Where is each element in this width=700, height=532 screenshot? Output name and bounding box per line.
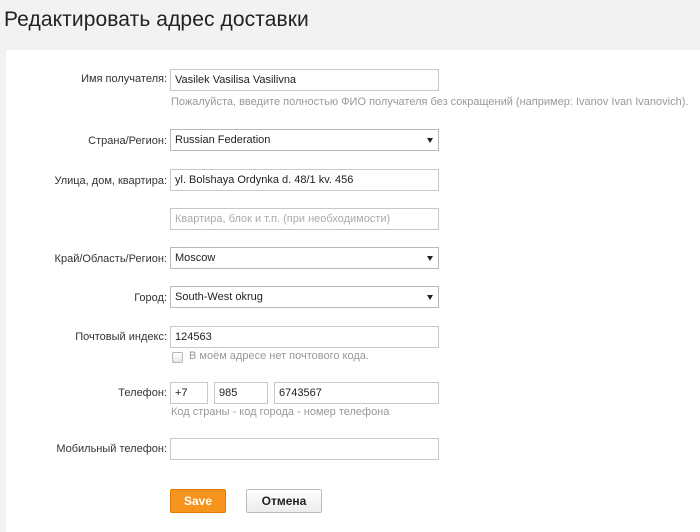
save-button[interactable]: Save — [170, 489, 226, 513]
postal-label: Почтовый индекс: — [75, 331, 167, 343]
address-form: Имя получателя: Пожалуйста, введите полн… — [6, 50, 700, 532]
mobile-label: Мобильный телефон: — [56, 443, 167, 455]
no-postal-code-checkbox[interactable] — [172, 352, 183, 363]
recipient-input[interactable] — [170, 69, 439, 91]
street-input[interactable] — [170, 169, 439, 191]
chevron-down-icon — [427, 295, 433, 300]
country-select[interactable]: Russian Federation — [170, 129, 439, 151]
chevron-down-icon — [427, 138, 433, 143]
page-title: Редактировать адрес доставки — [4, 8, 309, 31]
page-header: Редактировать адрес доставки — [0, 0, 700, 44]
region-select[interactable]: Moscow — [170, 247, 439, 269]
phone-country-code-input[interactable] — [170, 382, 208, 404]
recipient-hint: Пожалуйста, введите полностью ФИО получа… — [171, 96, 689, 108]
phone-city-code-input[interactable] — [214, 382, 268, 404]
apartment-input[interactable] — [170, 208, 439, 230]
recipient-label: Имя получателя: — [81, 73, 167, 85]
region-selected-value: Moscow — [175, 252, 216, 264]
city-selected-value: South-West okrug — [175, 291, 263, 303]
phone-label: Телефон: — [118, 387, 167, 399]
postal-input[interactable] — [170, 326, 439, 348]
mobile-input[interactable] — [170, 438, 439, 460]
phone-hint: Код страны - код города - номер телефона — [171, 406, 390, 418]
phone-number-input[interactable] — [274, 382, 439, 404]
country-selected-value: Russian Federation — [175, 134, 271, 146]
no-postal-code-label[interactable]: В моём адресе нет почтового кода. — [189, 350, 369, 362]
chevron-down-icon — [427, 256, 433, 261]
country-label: Страна/Регион: — [88, 135, 167, 147]
city-label: Город: — [134, 292, 167, 304]
region-label: Край/Область/Регион: — [54, 253, 167, 265]
city-select[interactable]: South-West okrug — [170, 286, 439, 308]
cancel-button[interactable]: Отмена — [246, 489, 322, 513]
street-label: Улица, дом, квартира: — [54, 175, 167, 187]
